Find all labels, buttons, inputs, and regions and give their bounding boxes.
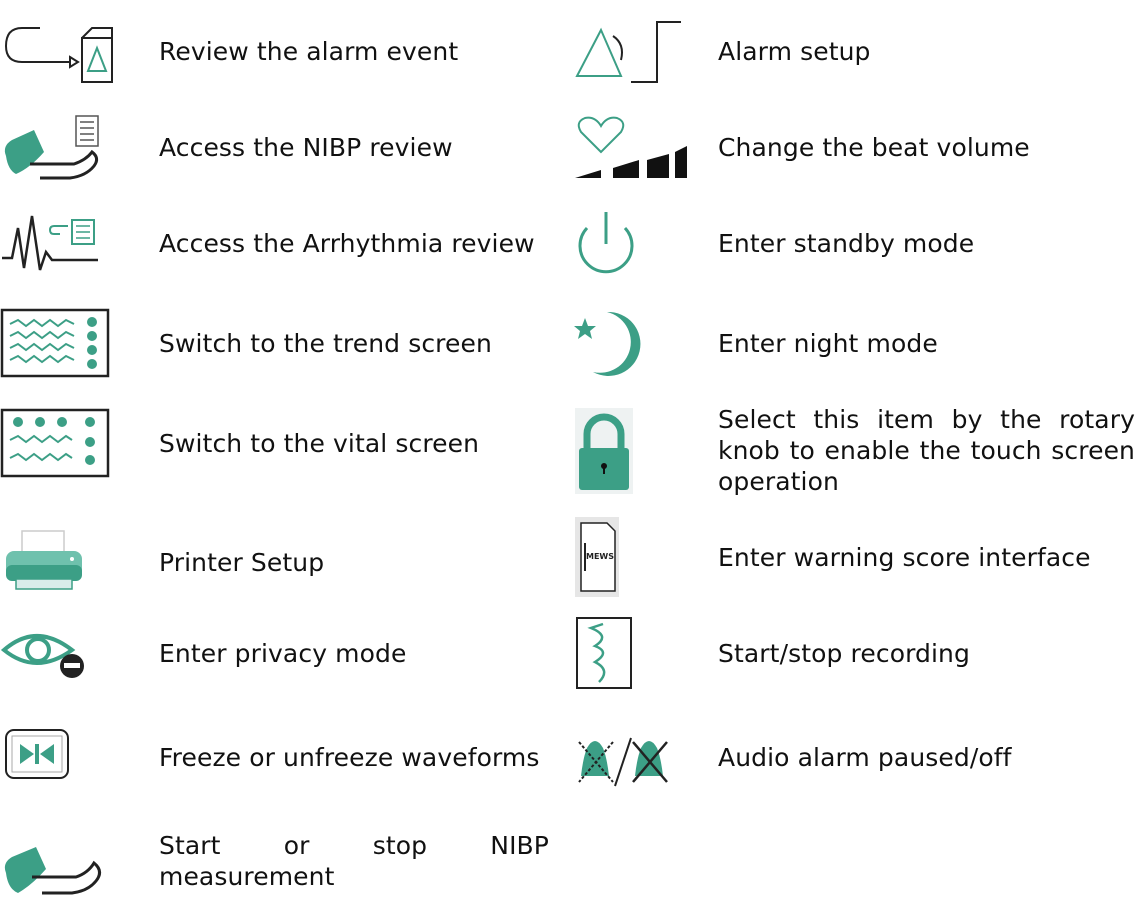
legend-text: Enter night mode xyxy=(718,328,938,358)
legend-row-night-mode: Enter night mode xyxy=(573,304,1136,382)
legend-text: Audio alarm paused/off xyxy=(718,742,1012,772)
legend-text: Enter warning score interface xyxy=(718,542,1091,572)
legend-text: Enter standby mode xyxy=(718,228,975,258)
night-mode-icon xyxy=(573,304,688,382)
legend-text: Change the beat volume xyxy=(718,132,1030,162)
printer-icon xyxy=(0,523,115,601)
audio-paused-off-icon xyxy=(573,718,688,796)
arrhythmia-review-icon xyxy=(0,204,115,282)
legend-row-standby: Enter standby mode xyxy=(573,204,1136,282)
legend-row-audio-paused: Audio alarm paused/off xyxy=(573,718,1136,796)
legend-text: Alarm setup xyxy=(718,36,871,66)
alarm-setup-icon xyxy=(573,12,688,90)
freeze-icon xyxy=(0,718,115,796)
legend-row-trend-screen: Switch to the trend screen xyxy=(0,304,539,382)
privacy-eye-icon xyxy=(0,614,115,692)
legend-row-beat-volume: Change the beat volume xyxy=(573,108,1136,186)
legend-text: Switch to the trend screen xyxy=(159,328,492,358)
legend-row-mews: MEWS Enter warning score interface xyxy=(573,517,1136,597)
legend-text: Start/stop recording xyxy=(718,638,970,668)
legend-text: Enter privacy mode xyxy=(159,638,407,668)
legend-text: Review the alarm event xyxy=(159,36,459,66)
legend-row-nibp-review: Access the NIBP review xyxy=(0,108,539,186)
legend-row-alarm-setup: Alarm setup xyxy=(573,12,1136,90)
standby-icon xyxy=(573,204,688,282)
legend-row-printer: Printer Setup xyxy=(0,523,539,601)
svg-text:MEWS: MEWS xyxy=(586,552,614,561)
legend-text: Access the NIBP review xyxy=(159,132,453,162)
nibp-review-icon xyxy=(0,108,115,186)
lock-icon xyxy=(573,407,688,494)
trend-screen-icon xyxy=(0,304,115,382)
alarm-review-icon xyxy=(0,12,115,90)
legend-text: Freeze or unfreeze waveforms xyxy=(159,742,540,772)
legend-row-nibp-measure: Start or stop NIBP measurement xyxy=(0,822,549,900)
legend-row-alarm-review: Review the alarm event xyxy=(0,12,539,90)
legend-row-privacy: Enter privacy mode xyxy=(0,614,539,692)
vital-screen-icon xyxy=(0,404,115,482)
legend-text: Switch to the vital screen xyxy=(159,428,480,458)
legend-row-vital-screen: Switch to the vital screen xyxy=(0,404,539,482)
nibp-cuff-icon xyxy=(0,822,115,900)
legend-row-lock: Select this item by the rotary knob to e… xyxy=(573,404,1135,497)
legend-row-arrhythmia-review: Access the Arrhythmia review xyxy=(0,204,559,282)
legend-row-freeze: Freeze or unfreeze waveforms xyxy=(0,718,559,796)
icon-legend-page: { "colors": { "teal": "#3c9f86", "stroke… xyxy=(0,0,1136,917)
legend-row-recording: Start/stop recording xyxy=(573,614,1136,692)
legend-text: Access the Arrhythmia review xyxy=(159,228,535,258)
mews-icon: MEWS xyxy=(573,517,688,597)
legend-text: Select this item by the rotary knob to e… xyxy=(718,405,1135,496)
record-icon xyxy=(573,614,688,692)
beat-volume-icon xyxy=(573,108,688,186)
legend-text: Printer Setup xyxy=(159,547,325,577)
legend-text: Start or stop NIBP measurement xyxy=(159,831,549,891)
